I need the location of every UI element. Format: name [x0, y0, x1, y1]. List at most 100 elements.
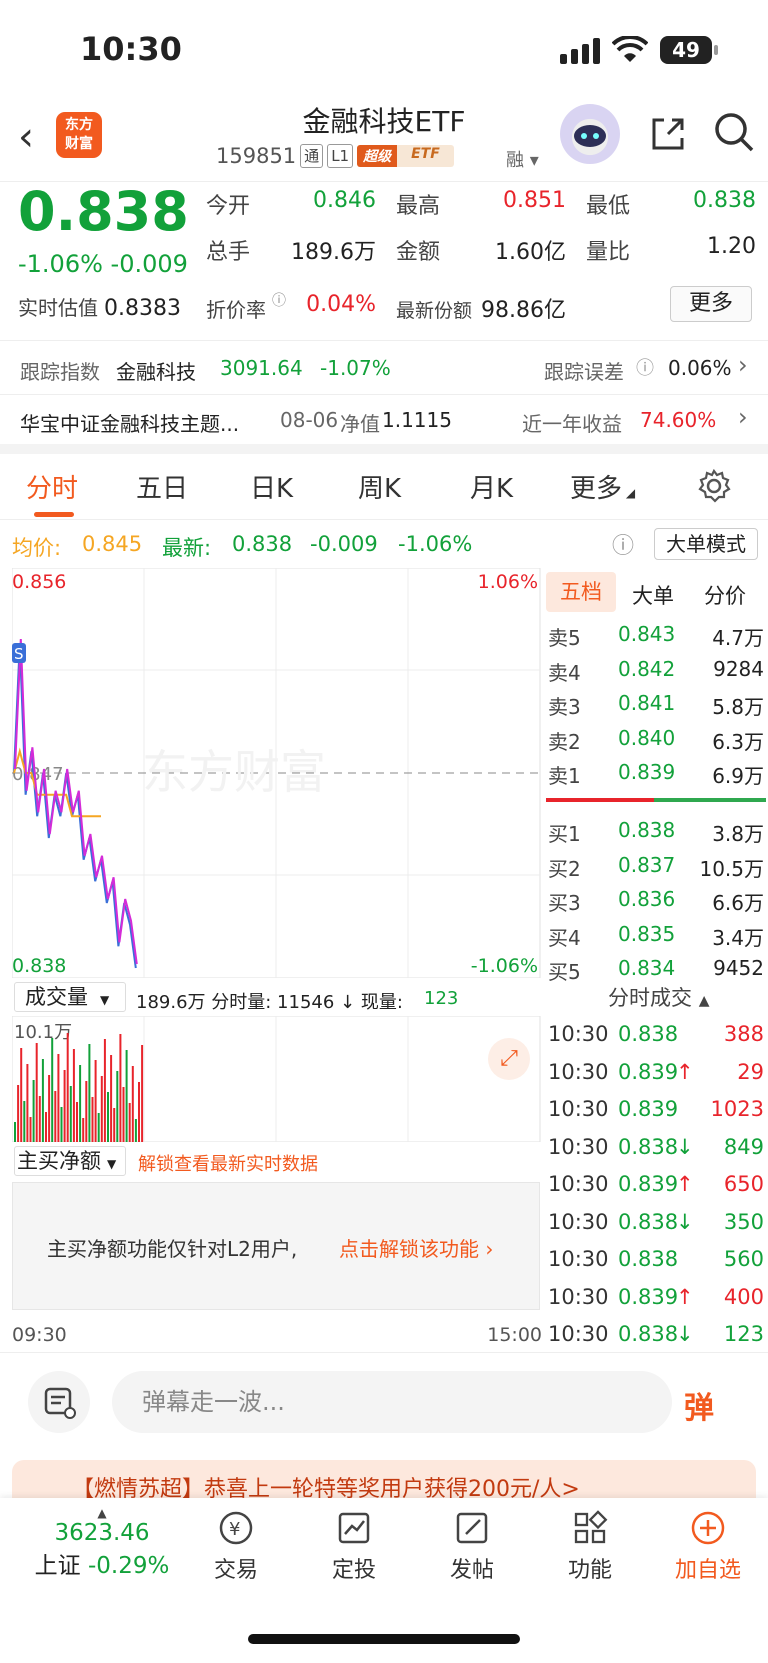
tab-price-dist[interactable]: 分价 [704, 580, 746, 610]
volume-bar [85, 1081, 88, 1142]
assistant-robot-icon[interactable] [560, 104, 620, 164]
latest-value: 0.838 [232, 532, 293, 556]
tab-big-order[interactable]: 大单 [632, 580, 674, 610]
home-indicator [248, 1634, 520, 1644]
tracking-row[interactable]: 跟踪指数 金融科技 3091.64 -1.07% 跟踪误差 ⓘ 0.06% › [0, 340, 768, 394]
trade-volume: 123 [723, 1322, 764, 1346]
ratio-label: 量比 [586, 240, 631, 265]
avg-label: 均价: [12, 536, 62, 560]
tab-monthly-k[interactable]: 月K [470, 468, 513, 505]
ob-level-label: 买5 [548, 960, 581, 984]
trade-price: 0.838 [618, 1022, 679, 1046]
marker-label: S [14, 645, 24, 663]
nav-trade[interactable]: ¥ 交易 [186, 1508, 286, 1584]
bid-row[interactable]: 买4 0.835 3.4万 [544, 916, 768, 950]
danmu-input[interactable]: 弹幕走一波... [112, 1371, 672, 1433]
tab-daily-k[interactable]: 日K [250, 468, 293, 505]
premium-value: 0.04% [306, 292, 376, 317]
ask-row[interactable]: 卖2 0.840 6.3万 [544, 720, 768, 754]
pct-top-label: 1.06% [478, 571, 538, 593]
info-icon[interactable]: ⓘ [272, 290, 286, 310]
post-icon [456, 1512, 488, 1544]
super-tag[interactable]: 超级 [357, 145, 398, 167]
trade-price: 0.838 [618, 1322, 679, 1346]
share-icon[interactable] [648, 114, 688, 154]
more-button[interactable]: 更多 [670, 286, 752, 322]
trade-volume: 400 [723, 1284, 764, 1309]
tab-intraday[interactable]: 分时 [26, 468, 78, 505]
l2-notice-text: 主买净额功能仅针对L2用户, [47, 1237, 298, 1261]
nav-invest[interactable]: 定投 [304, 1508, 404, 1584]
nav-functions[interactable]: 功能 [540, 1508, 640, 1584]
volume-bar [69, 1086, 72, 1142]
ask-row[interactable]: 卖1 0.839 6.9万 [544, 754, 768, 788]
volume-select[interactable]: 成交量 ▼ [14, 982, 126, 1012]
trade-row: 10:30 0.838 388 [544, 1016, 768, 1054]
ob-price: 0.839 [618, 760, 676, 784]
tab-weekly-k[interactable]: 周K [358, 468, 401, 505]
open-label: 今开 [206, 194, 251, 219]
bid-row[interactable]: 买5 0.834 9452 [544, 950, 768, 984]
etf-tag[interactable]: ETF [397, 145, 454, 167]
unlock-link[interactable]: 解锁查看最新实时数据 [138, 1150, 318, 1176]
volume-bar [23, 1101, 26, 1142]
settings-icon[interactable] [696, 468, 732, 504]
volume-bar [131, 1066, 134, 1142]
sh-index-value: 3623.46 [54, 1520, 150, 1546]
time-end: 15:00 [487, 1324, 542, 1346]
bid-row[interactable]: 买3 0.836 6.6万 [544, 881, 768, 915]
ob-price: 0.840 [618, 725, 676, 750]
index-widget[interactable]: ▲ 3623.46 上证 -0.29% [22, 1506, 182, 1580]
tab-five-day[interactable]: 五日 [136, 468, 188, 505]
nav-post[interactable]: 发帖 [422, 1508, 522, 1584]
plus-circle-icon [691, 1511, 725, 1545]
trade-arrow-icon: ↓ [676, 1134, 694, 1159]
ob-price: 0.835 [618, 921, 676, 946]
l2-unlock-link[interactable]: 点击解锁该功能 › [339, 1233, 493, 1262]
bid-row[interactable]: 买2 0.837 10.5万 [544, 847, 768, 881]
ob-level-label: 卖1 [548, 764, 581, 788]
year-return-label: 近一年收益 [522, 412, 622, 436]
volume-bar [45, 1112, 47, 1142]
trade-arrow-icon: ↑ [676, 1284, 694, 1309]
trade-time: 10:30 [548, 1247, 609, 1271]
expand-icon[interactable]: ⤢ [488, 1038, 530, 1080]
help-icon[interactable]: ⓘ [612, 528, 634, 560]
sh-index-name: 上证 [34, 1553, 81, 1579]
ask-row[interactable]: 卖4 0.842 9284 [544, 651, 768, 685]
trade-row: 10:30 0.838 ↓ 849 [544, 1129, 768, 1167]
wifi-icon [612, 36, 648, 62]
promo-banner[interactable]: 【燃情苏超】恭喜上一轮特等奖用户获得200元/人> [12, 1460, 756, 1500]
danmu-settings-icon[interactable] [28, 1371, 90, 1433]
search-icon[interactable] [712, 110, 756, 154]
estimate: 实时估值 0.8383 [18, 296, 181, 321]
tab-five-level[interactable]: 五档 [546, 572, 616, 612]
rong-tag[interactable]: 融 ▾ [506, 146, 539, 172]
bid-row[interactable]: 买1 0.838 3.8万 [544, 812, 768, 846]
nav-add-watchlist[interactable]: 加自选 [658, 1508, 758, 1584]
trade-row: 10:30 0.838 560 [544, 1241, 768, 1279]
ratio-value: 1.20 [707, 234, 756, 259]
nav-value: 1.1115 [382, 408, 452, 432]
y-mid-label: 0.847 [12, 764, 64, 785]
watermark: 东方财富 [142, 745, 326, 799]
ob-level-label: 买1 [548, 822, 581, 846]
ob-volume: 5.8万 [712, 695, 764, 719]
tracking-error-value: 0.06% [668, 356, 732, 380]
ob-price: 0.834 [618, 956, 676, 980]
net-buy-select[interactable]: 主买净额 ▼ [14, 1146, 126, 1176]
volume-max-label: 10.1万 [14, 1022, 72, 1043]
danmu-send-button[interactable]: 弹 [684, 1383, 714, 1427]
volume-bar [91, 1097, 94, 1142]
ask-row[interactable]: 卖5 0.843 4.7万 [544, 616, 768, 650]
trades-title[interactable]: 分时成交 ▲ [608, 982, 709, 1012]
trade-arrow-icon: ↑ [676, 1172, 694, 1196]
trade-price: 0.839 [618, 1059, 679, 1084]
help-icon[interactable]: ⓘ [636, 354, 654, 380]
ask-row[interactable]: 卖3 0.841 5.8万 [544, 685, 768, 719]
fund-row[interactable]: 华宝中证金融科技主题... 08-06 净值 1.1115 近一年收益 74.6… [0, 394, 768, 444]
trade-price: 0.839 [618, 1284, 679, 1309]
trade-price: 0.838 [618, 1247, 679, 1271]
tab-more[interactable]: 更多 ◢ [570, 468, 635, 505]
big-order-mode-button[interactable]: 大单模式 [654, 528, 758, 560]
